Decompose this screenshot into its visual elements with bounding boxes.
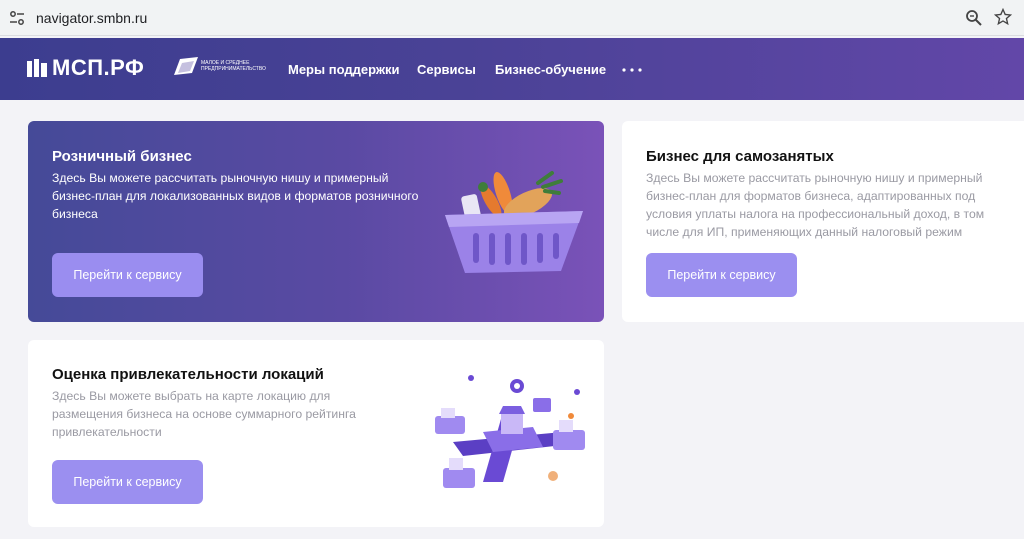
corporation-logo[interactable]: МАЛОЕ И СРЕДНЕЕ ПРЕДПРИНИМАТЕЛЬСТВО	[172, 55, 269, 77]
location-map-icon	[435, 375, 585, 488]
basket-icon	[445, 171, 583, 273]
card-title: Розничный бизнес	[52, 148, 192, 165]
site-header: МСП.РФ МАЛОЕ И СРЕДНЕЕ ПРЕДПРИНИМАТЕЛЬСТ…	[0, 38, 1024, 100]
card-retail-business: Розничный бизнес Здесь Вы можете рассчит…	[28, 121, 604, 322]
nav-services[interactable]: Сервисы	[417, 62, 476, 77]
go-to-service-button[interactable]: Перейти к сервису	[52, 253, 203, 297]
logo-mark-icon	[27, 59, 47, 77]
zoom-icon[interactable]	[965, 9, 983, 27]
card-title: Бизнес для самозанятых	[646, 148, 834, 165]
card-location-rating: Оценка привлекательности локаций Здесь В…	[28, 340, 604, 527]
card-description: Здесь Вы можете рассчитать рыночную нишу…	[646, 171, 985, 239]
card-description: Здесь Вы можете рассчитать рыночную нишу…	[52, 171, 419, 221]
logo-text: МСП.РФ	[52, 55, 145, 80]
card-self-employed: Бизнес для самозанятых Здесь Вы можете р…	[622, 121, 1024, 322]
tune-icon[interactable]	[9, 10, 25, 26]
msp-logo[interactable]: МСП.РФ	[27, 55, 145, 80]
browser-address-bar: navigator.smbn.ru	[0, 0, 1024, 36]
sub-logo-text: МАЛОЕ И СРЕДНЕЕ ПРЕДПРИНИМАТЕЛЬСТВО	[201, 60, 266, 72]
nav-support-measures[interactable]: Меры поддержки	[288, 62, 400, 77]
nav-business-education[interactable]: Бизнес-обучение	[495, 62, 606, 77]
star-icon[interactable]	[994, 8, 1012, 26]
more-horiz-icon[interactable]	[622, 68, 642, 72]
card-title: Оценка привлекательности локаций	[52, 366, 324, 383]
flag-logo-icon	[174, 57, 198, 75]
url-field[interactable]: navigator.smbn.ru	[36, 10, 147, 26]
card-description: Здесь Вы можете выбрать на карте локацию…	[52, 389, 356, 439]
go-to-service-button[interactable]: Перейти к сервису	[646, 253, 797, 297]
go-to-service-button[interactable]: Перейти к сервису	[52, 460, 203, 504]
